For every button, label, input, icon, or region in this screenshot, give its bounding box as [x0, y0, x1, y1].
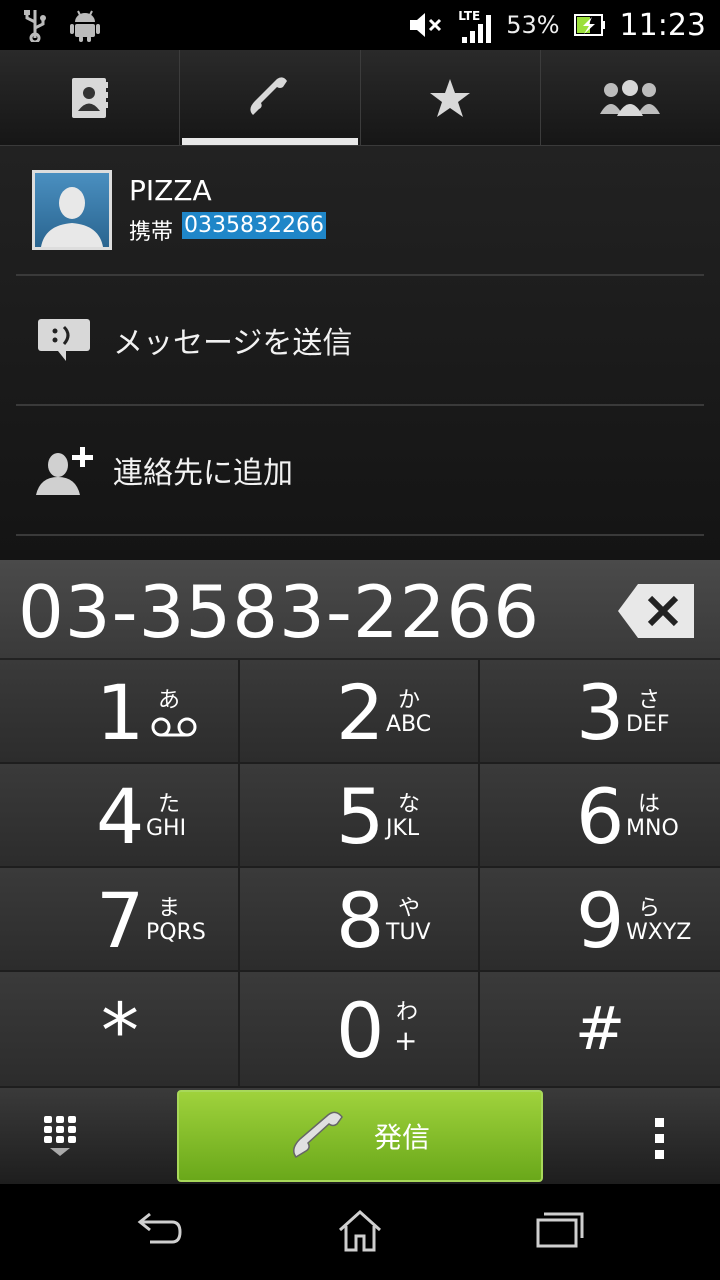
key-star[interactable]: * [0, 972, 240, 1088]
key-9[interactable]: 9 ら WXYZ [480, 868, 720, 972]
add-contact-label: 連絡先に追加 [113, 456, 293, 491]
add-contact-button[interactable]: 連絡先に追加 [0, 406, 720, 534]
key-5[interactable]: 5 な JKL [240, 764, 480, 868]
key-kana: か [398, 688, 421, 713]
key-kana: ま [158, 896, 181, 921]
contacts-book-icon [71, 77, 108, 118]
tab-contacts[interactable] [0, 50, 181, 145]
tab-phone[interactable] [180, 50, 361, 145]
recent-apps-icon[interactable] [536, 1208, 584, 1248]
key-kana: わ [396, 1000, 419, 1025]
battery-icon [573, 14, 605, 36]
contact-match[interactable]: PIZZA 携帯 0335832266 [32, 170, 688, 250]
message-icon [38, 319, 90, 361]
tab-bar [0, 50, 720, 146]
key-digit: 4 [96, 772, 145, 861]
call-label: 発信 [373, 1121, 430, 1154]
key-6[interactable]: 6 は MNO [480, 764, 720, 868]
key-digit: # [574, 994, 626, 1064]
status-bar: LTE 53% 11:23 [0, 0, 720, 50]
battery-percent: 53% [506, 11, 560, 39]
voicemail-icon [151, 717, 197, 737]
add-contact-icon [36, 447, 93, 495]
overflow-menu-icon[interactable] [650, 1116, 670, 1160]
dialed-number[interactable]: 03-3583-2266 [18, 570, 540, 654]
key-4[interactable]: 4 た GHI [0, 764, 240, 868]
key-digit: 3 [576, 668, 625, 757]
number-display: 03-3583-2266 [0, 560, 720, 660]
usb-icon [24, 10, 46, 42]
send-message-label: メッセージを送信 [113, 326, 353, 361]
key-0[interactable]: 0 わ + [240, 972, 480, 1088]
key-digit: 0 [336, 986, 385, 1075]
contact-number-type: 携帯 [129, 220, 174, 245]
key-digit: 5 [336, 772, 385, 861]
key-hash[interactable]: # [480, 972, 720, 1088]
clock: 11:23 [619, 7, 706, 43]
tab-groups[interactable] [541, 50, 720, 145]
key-8[interactable]: 8 や TUV [240, 868, 480, 972]
hide-dialpad-icon[interactable] [40, 1112, 80, 1164]
key-digit: 9 [576, 876, 625, 965]
key-digit: 1 [96, 668, 145, 757]
key-kana: あ [158, 688, 181, 713]
key-kana: さ [638, 688, 661, 713]
key-2[interactable]: 2 か ABC [240, 660, 480, 764]
android-debug-icon [70, 10, 100, 42]
star-icon [430, 78, 471, 117]
dial-keypad: 1 あ 2 か ABC 3 さ DEF 4 た GHI 5 な JKL 6 は … [0, 660, 720, 1088]
key-digit: * [101, 986, 139, 1075]
key-digit: 6 [576, 772, 625, 861]
key-digit: 7 [96, 876, 145, 965]
signal-icon [462, 15, 492, 43]
person-silhouette-icon [41, 187, 103, 247]
contact-number: 0335832266 [182, 212, 326, 239]
key-digit: 2 [336, 668, 385, 757]
key-letters: TUV [386, 920, 431, 945]
key-letters: + [394, 1024, 418, 1057]
send-message-button[interactable]: メッセージを送信 [0, 276, 720, 404]
key-letters: JKL [386, 816, 420, 841]
avatar [32, 170, 112, 250]
key-kana: ら [638, 896, 661, 921]
divider [16, 534, 704, 536]
key-kana: な [398, 792, 421, 817]
key-letters: WXYZ [626, 920, 692, 945]
call-log-content: PIZZA 携帯 0335832266 メッセージを送信 連絡先に追加 [0, 146, 720, 560]
key-letters: PQRS [146, 920, 206, 945]
signal-indicator: LTE [458, 5, 492, 45]
key-7[interactable]: 7 ま PQRS [0, 868, 240, 972]
key-kana: た [158, 792, 181, 817]
key-letters: MNO [626, 816, 679, 841]
key-letters: ABC [386, 712, 432, 737]
back-icon[interactable] [136, 1208, 184, 1248]
home-icon[interactable] [336, 1208, 384, 1252]
key-kana: や [398, 896, 421, 921]
key-3[interactable]: 3 さ DEF [480, 660, 720, 764]
key-kana: は [638, 792, 661, 817]
phone-handset-icon [250, 76, 287, 115]
key-1[interactable]: 1 あ [0, 660, 240, 764]
dialer-action-bar: 発信 [0, 1088, 720, 1184]
phone-handset-icon [292, 1111, 343, 1158]
call-button[interactable]: 発信 [177, 1090, 543, 1182]
contact-name: PIZZA [129, 174, 212, 207]
mute-icon [410, 13, 442, 37]
navigation-bar [0, 1184, 720, 1280]
key-letters: DEF [626, 712, 670, 737]
backspace-icon[interactable] [616, 582, 696, 640]
key-letters: GHI [146, 816, 187, 841]
group-icon [600, 79, 661, 116]
tab-favorites[interactable] [361, 50, 541, 145]
key-digit: 8 [336, 876, 385, 965]
